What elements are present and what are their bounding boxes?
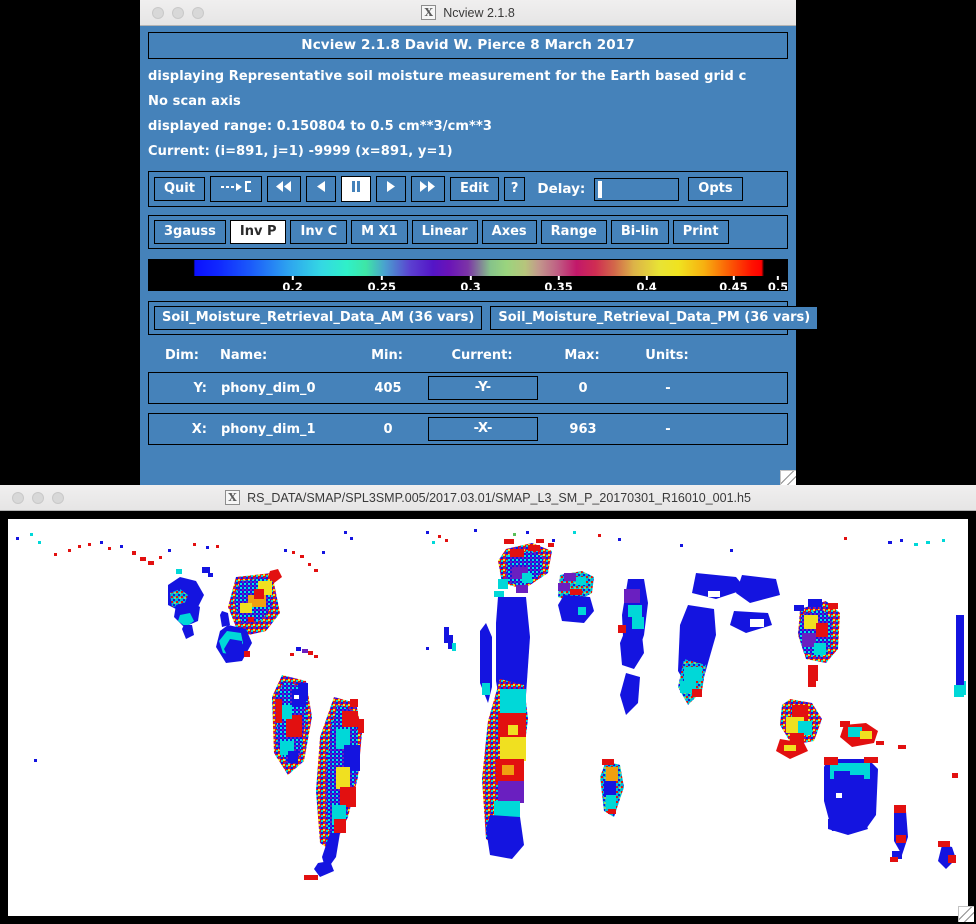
dashed-arrow-to-bracket-icon[interactable] [209, 176, 262, 202]
dim-current-y: -Y- [428, 376, 538, 400]
x-window-icon: X [421, 5, 437, 20]
dim-name-y: phony_dim_0 [221, 380, 316, 396]
info-line-displaying: displaying Representative soil moisture … [148, 69, 747, 84]
dim-axis-y: Y: [193, 380, 207, 396]
colorbar-tick: 0.45 [719, 276, 748, 290]
dim-name-x: phony_dim_1 [221, 421, 316, 437]
table-row: X: phony_dim_1 0 -X- 963 - [148, 413, 788, 445]
colorbar-tick: 0.25 [368, 276, 396, 290]
info-line-range: displayed range: 0.150804 to 0.5 cm**3/c… [148, 119, 492, 134]
dim-units-y: - [665, 380, 671, 396]
resize-grip-icon[interactable] [958, 906, 974, 922]
soil-moisture-map[interactable] [8, 519, 968, 916]
colorbar-tick: 0.2 [282, 276, 303, 290]
opts-button[interactable]: Opts [688, 177, 743, 201]
fast-forward-button[interactable] [410, 176, 445, 202]
step-back-button[interactable] [305, 176, 336, 202]
zoom-button[interactable] [52, 491, 64, 504]
swath-australia [824, 757, 878, 835]
desktop: X Ncview 2.1.8 Ncview 2.1.8 David W. Pie… [0, 0, 976, 924]
rewind-button[interactable] [266, 176, 301, 202]
window-controls[interactable] [152, 6, 204, 19]
zoom-button[interactable] [192, 6, 204, 19]
invert-physical-button[interactable]: Inv P [229, 220, 287, 244]
map-window: X RS_DATA/SMAP/SPL3SMP.005/2017.03.01/SM… [0, 485, 976, 924]
dims-table-header: Dim: Name: Min: Current: Max: Units: [148, 348, 788, 363]
colorbar-tick: 0.4 [636, 276, 657, 290]
header-name: Name: [220, 348, 268, 363]
resize-grip-icon[interactable] [780, 470, 796, 486]
info-line-scan-axis: No scan axis [148, 94, 241, 109]
dim-min-y: 405 [374, 380, 402, 396]
delay-label: Delay: [537, 181, 586, 197]
header-max: Max: [564, 348, 600, 363]
interpolation-bilin-button[interactable]: Bi-lin [610, 220, 669, 244]
ncview-window-title: Ncview 2.1.8 [443, 5, 515, 20]
header-units: Units: [645, 348, 689, 363]
colorbar-tick: 0.5 [768, 276, 787, 290]
magnification-button[interactable]: M X1 [351, 220, 408, 244]
close-button[interactable] [12, 491, 24, 504]
header-min: Min: [371, 348, 403, 363]
x-axis-button[interactable]: -X- [428, 417, 538, 441]
map-window-controls[interactable] [12, 491, 64, 504]
help-button[interactable]: ? [503, 177, 526, 201]
dim-max-y: 0 [578, 380, 588, 396]
invert-colormap-button[interactable]: Inv C [290, 220, 348, 244]
delay-input[interactable] [594, 177, 680, 201]
pause-button[interactable] [340, 176, 371, 202]
pause-icon [351, 181, 360, 192]
dim-current-x: -X- [428, 417, 538, 441]
header-current: Current: [451, 348, 513, 363]
info-line-current: Current: (i=891, j=1) -9999 (x=891, y=1) [148, 144, 453, 159]
dim-max-x: 963 [569, 421, 597, 437]
dim-min-x: 0 [383, 421, 393, 437]
ncview-header-banner: Ncview 2.1.8 David W. Pierce 8 March 201… [148, 32, 788, 59]
variable-button-pm[interactable]: Soil_Moisture_Retrieval_Data_PM (36 vars… [490, 306, 819, 330]
ncview-body: Ncview 2.1.8 David W. Pierce 8 March 201… [140, 26, 819, 486]
axes-button[interactable]: Axes [481, 220, 537, 244]
variable-selector: Soil_Moisture_Retrieval_Data_AM (36 vars… [148, 301, 819, 335]
print-button[interactable]: Print [672, 220, 729, 244]
step-forward-icon [386, 181, 395, 192]
quit-button[interactable]: Quit [154, 177, 205, 201]
range-button[interactable]: Range [540, 220, 607, 244]
ncview-window: X Ncview 2.1.8 Ncview 2.1.8 David W. Pie… [140, 0, 819, 486]
minimize-button[interactable] [172, 6, 184, 19]
edit-button[interactable]: Edit [449, 177, 499, 201]
colorbar-gradient [149, 260, 787, 276]
ncview-title-group: X Ncview 2.1.8 [140, 0, 796, 25]
transport-toolbar: Quit Edit ? Delay: Opts [148, 171, 788, 207]
colormap-3gauss-button[interactable]: 3gauss [154, 220, 226, 244]
y-axis-button[interactable]: -Y- [428, 376, 538, 400]
colorbar-tick: 0.35 [544, 276, 573, 290]
colorbar-tick-labels: 0.2 0.25 0.3 0.35 0.4 0.45 0.5 [149, 276, 787, 290]
x-window-icon: X [225, 490, 241, 505]
rewind-icon [275, 181, 291, 192]
minimize-button[interactable] [32, 491, 44, 504]
map-plot [8, 519, 968, 916]
colorbar-tick: 0.3 [460, 276, 481, 290]
table-row: Y: phony_dim_0 405 -Y- 0 - [148, 372, 788, 404]
step-forward-button[interactable] [375, 176, 406, 202]
map-titlebar[interactable]: X RS_DATA/SMAP/SPL3SMP.005/2017.03.01/SM… [0, 485, 976, 511]
variable-button-am[interactable]: Soil_Moisture_Retrieval_Data_AM (36 vars… [154, 306, 483, 330]
fast-forward-icon [419, 181, 435, 192]
colorbar[interactable]: 0.2 0.25 0.3 0.35 0.4 0.45 0.5 [148, 259, 788, 291]
options-toolbar: 3gauss Inv P Inv C M X1 Linear Axes Rang… [148, 215, 788, 249]
close-button[interactable] [152, 6, 164, 19]
map-body [0, 511, 976, 924]
text-caret [598, 180, 603, 198]
map-title-group: X RS_DATA/SMAP/SPL3SMP.005/2017.03.01/SM… [0, 485, 976, 510]
scaling-linear-button[interactable]: Linear [411, 220, 478, 244]
map-window-title: RS_DATA/SMAP/SPL3SMP.005/2017.03.01/SMAP… [247, 490, 751, 505]
dim-units-x: - [665, 421, 671, 437]
header-dim: Dim: [165, 348, 199, 363]
dim-axis-x: X: [191, 421, 207, 437]
ncview-titlebar[interactable]: X Ncview 2.1.8 [140, 0, 796, 26]
step-back-icon [316, 181, 325, 192]
